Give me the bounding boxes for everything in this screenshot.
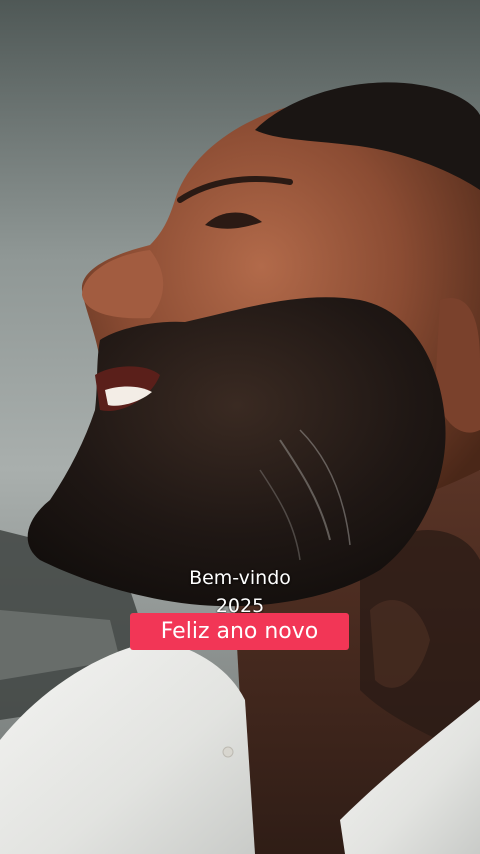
video-frame: Bem-vindo 2025 Feliz ano novo: [0, 0, 480, 854]
caption-highlight-badge: Feliz ano novo: [130, 613, 349, 650]
man-profile-photo: [0, 0, 480, 854]
caption-line-welcome: Bem-vindo: [189, 567, 291, 589]
